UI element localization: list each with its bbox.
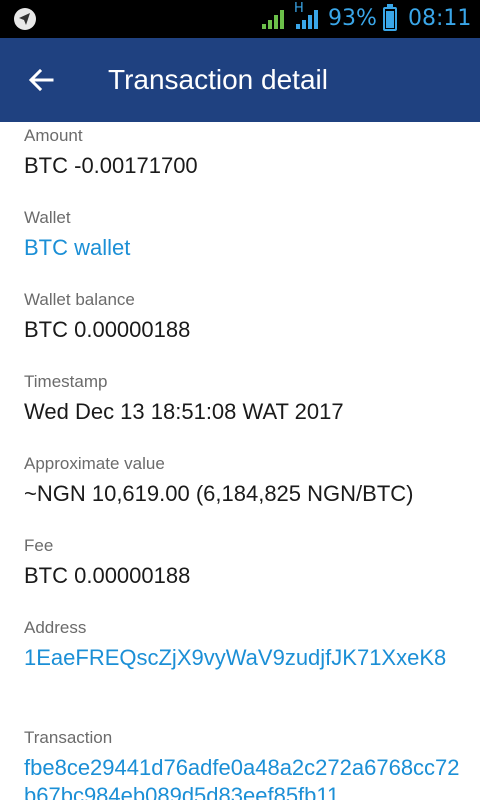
app-bar: Transaction detail [0,38,480,122]
wallet-balance-value: BTC 0.00000188 [24,317,191,342]
field-label: Wallet [24,208,71,227]
back-button[interactable] [18,58,66,102]
field-label: Transaction [24,728,113,747]
approximate-value: ~NGN 10,619.00 (6,184,825 NGN/BTC) [24,481,414,506]
field-wallet-balance: Wallet balance BTC 0.00000188 [24,289,464,344]
field-label: Timestamp [24,372,108,391]
amount-value: BTC -0.00171700 [24,153,198,178]
field-wallet: Wallet BTC wallet [24,207,464,262]
timestamp-value: Wed Dec 13 18:51:08 WAT 2017 [24,399,344,424]
battery-icon [383,4,397,31]
field-label: Address [24,618,87,637]
wallet-link[interactable]: BTC wallet [24,234,464,262]
field-label: Wallet balance [24,290,135,309]
status-bar: H 93% 08:11 [0,0,480,38]
page-title: Transaction detail [108,64,328,95]
field-fee: Fee BTC 0.00000188 [24,535,464,590]
field-amount: Amount BTC -0.00171700 [24,125,464,180]
transaction-hash-link[interactable]: fbe8ce29441d76adfe0a48a2c272a6768cc72b67… [24,754,464,800]
battery-percent: 93% [328,6,377,31]
signal-h-icon [296,10,318,29]
location-icon [14,8,36,30]
transaction-details: Amount BTC -0.00171700 Wallet BTC wallet… [0,122,480,800]
address-link[interactable]: 1EaeFREQscZjX9vyWaV9zudjfJK71XxeK8 [24,644,464,672]
field-label: Fee [24,536,54,555]
field-transaction: Transaction fbe8ce29441d76adfe0a48a2c272… [24,727,464,800]
fee-value: BTC 0.00000188 [24,563,191,588]
clock: 08:11 [408,6,472,31]
arrow-left-icon [28,68,54,92]
field-address: Address 1EaeFREQscZjX9vyWaV9zudjfJK71Xxe… [24,617,464,672]
field-timestamp: Timestamp Wed Dec 13 18:51:08 WAT 2017 [24,371,464,426]
field-label: Amount [24,126,83,145]
signal-icon [262,10,284,29]
field-label: Approximate value [24,454,165,473]
field-approximate-value: Approximate value ~NGN 10,619.00 (6,184,… [24,453,464,508]
